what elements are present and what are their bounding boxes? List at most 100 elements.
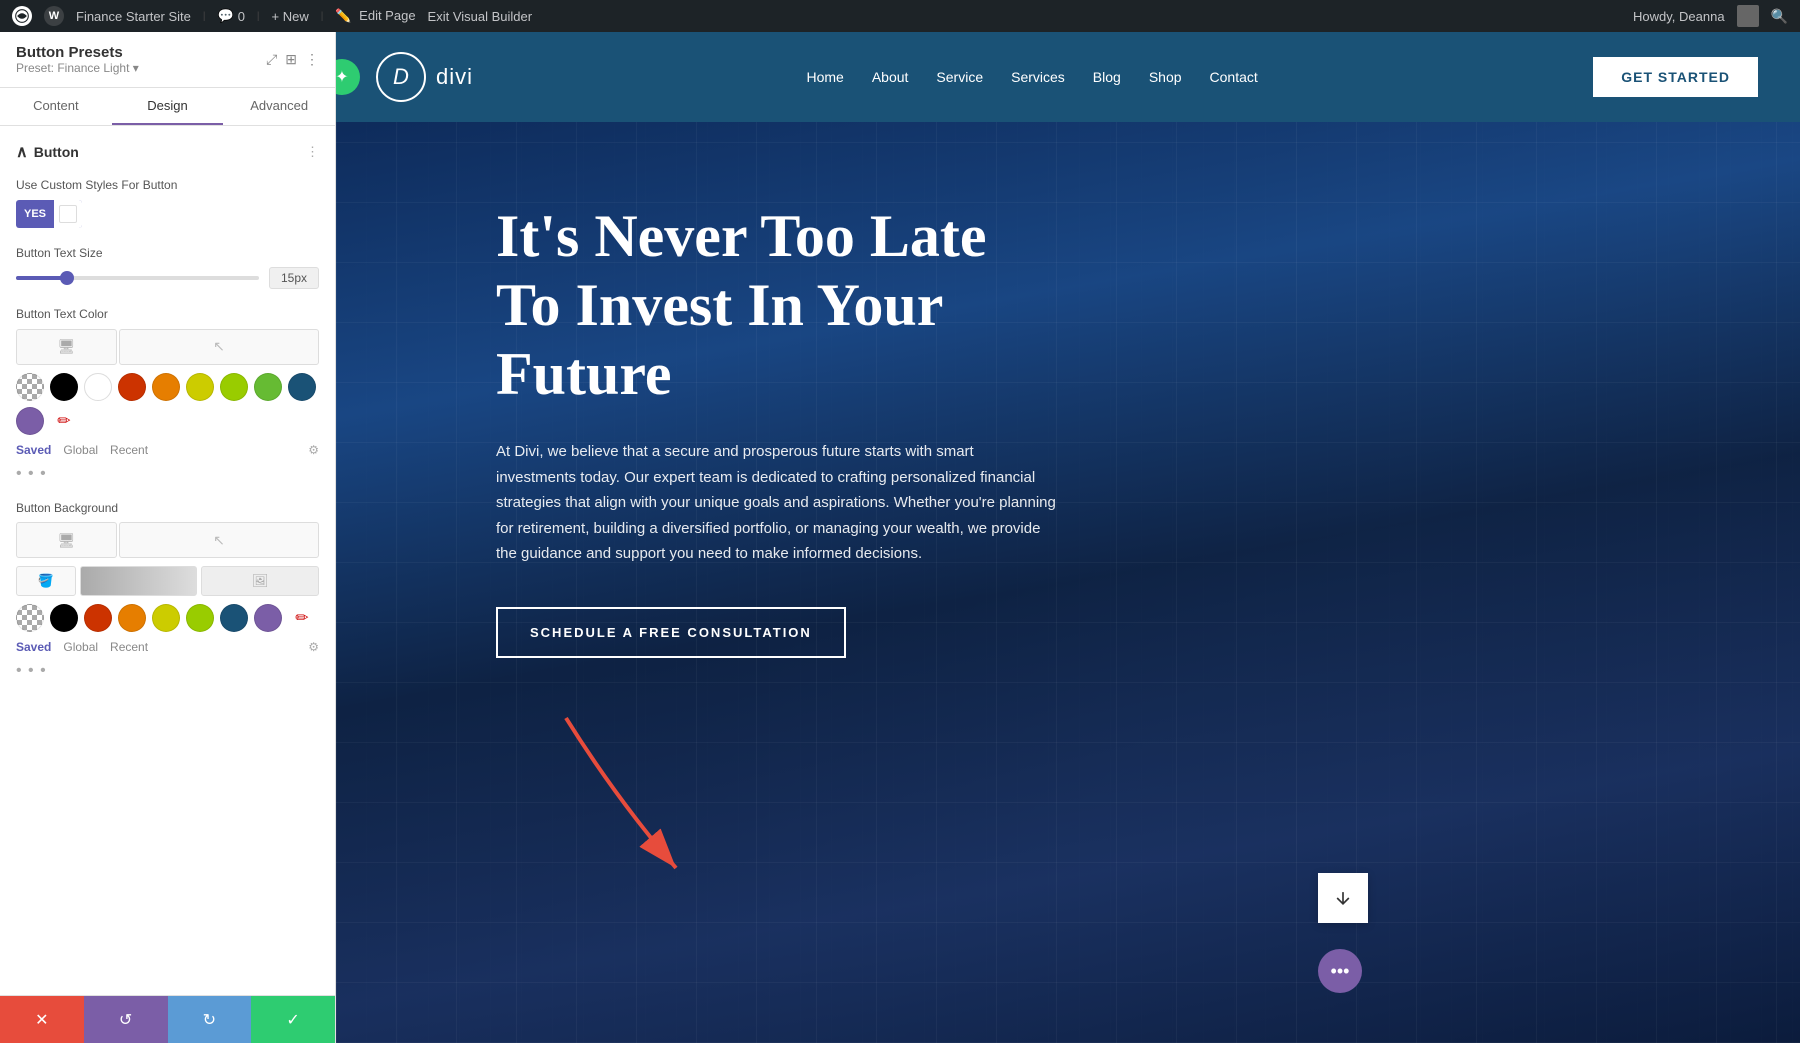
- tab-content[interactable]: Content: [0, 88, 112, 125]
- color-blue[interactable]: [288, 373, 316, 401]
- bg-color-purple[interactable]: [254, 604, 282, 632]
- panel-expand-icon[interactable]: ⤢: [266, 51, 277, 68]
- wp-edit-page-link[interactable]: ✏️ Edit Page: [335, 8, 415, 24]
- bg-color-blue[interactable]: [220, 604, 248, 632]
- color-yellow-green[interactable]: [220, 373, 248, 401]
- color-white[interactable]: [84, 373, 112, 401]
- panel-subtitle[interactable]: Preset: Finance Light ▾: [16, 61, 139, 75]
- wp-w-icon[interactable]: W: [44, 6, 64, 26]
- bg-color-yellow[interactable]: [152, 604, 180, 632]
- pencil-icon: ✏️: [335, 8, 351, 23]
- color-tab-saved[interactable]: Saved: [16, 443, 51, 457]
- section-collapse-icon[interactable]: ∧: [16, 142, 28, 162]
- toggle-thumb: [59, 205, 77, 223]
- color-pencil-icon[interactable]: ✏: [50, 407, 78, 435]
- nav-shop[interactable]: Shop: [1149, 69, 1182, 85]
- text-color-box-cursor[interactable]: ↖: [119, 329, 319, 365]
- main-layout: Button Presets Preset: Finance Light ▾ ⤢…: [0, 32, 1800, 1043]
- bg-color-tab-global[interactable]: Global: [63, 640, 98, 654]
- color-green[interactable]: [254, 373, 282, 401]
- admin-bar-left: W Finance Starter Site | 💬 0 | + New | ✏…: [12, 6, 1617, 26]
- bg-color-more-dots[interactable]: • • •: [16, 662, 319, 680]
- undo-button[interactable]: ↺: [84, 996, 168, 1043]
- color-red[interactable]: [118, 373, 146, 401]
- nav-home[interactable]: Home: [806, 69, 843, 85]
- wp-new-button[interactable]: + New: [272, 9, 309, 24]
- nav-service[interactable]: Service: [936, 69, 983, 85]
- nav-services[interactable]: Services: [1011, 69, 1065, 85]
- custom-styles-toggle[interactable]: YES: [16, 200, 82, 228]
- bg-color-transparent[interactable]: [16, 604, 44, 632]
- color-transparent[interactable]: [16, 373, 44, 401]
- color-purple[interactable]: [16, 407, 44, 435]
- bg-color-box-cursor[interactable]: ↖: [119, 522, 319, 558]
- tab-advanced[interactable]: Advanced: [223, 88, 335, 125]
- text-size-label: Button Text Size: [16, 246, 319, 262]
- bg-image-option[interactable]: 🖼: [201, 566, 319, 596]
- panel-grid-icon[interactable]: ⊞: [285, 51, 297, 68]
- left-panel: Button Presets Preset: Finance Light ▾ ⤢…: [0, 32, 336, 1043]
- wp-search-icon[interactable]: 🔍: [1771, 8, 1788, 25]
- color-black[interactable]: [50, 373, 78, 401]
- comment-bubble-icon: 💬: [218, 8, 234, 24]
- color-tab-global[interactable]: Global: [63, 443, 98, 457]
- divi-plus-icon: ✦: [336, 67, 349, 87]
- section-more-icon[interactable]: ⋮: [306, 144, 319, 160]
- wp-site-name[interactable]: Finance Starter Site: [76, 9, 191, 24]
- bg-gradient-option[interactable]: [80, 566, 198, 596]
- slider-value[interactable]: 15px: [269, 267, 319, 289]
- bg-color-pencil-icon[interactable]: ✏: [288, 604, 316, 632]
- color-tab-recent[interactable]: Recent: [110, 443, 148, 457]
- text-color-palette: ✏: [16, 373, 319, 435]
- site-logo-circle: D: [376, 52, 426, 102]
- panel-menu-icon[interactable]: ⋮: [305, 51, 319, 68]
- wp-exit-visual-builder[interactable]: Exit Visual Builder: [428, 9, 533, 24]
- hero-cta-button[interactable]: SCHEDULE A FREE CONSULTATION: [496, 607, 846, 658]
- color-orange[interactable]: [152, 373, 180, 401]
- bg-color-settings-icon[interactable]: ⚙: [308, 640, 319, 654]
- site-logo[interactable]: D divi: [376, 52, 473, 102]
- color-settings-icon[interactable]: ⚙: [308, 443, 319, 457]
- text-size-field: Button Text Size 15px: [16, 246, 319, 290]
- bg-color-black[interactable]: [50, 604, 78, 632]
- admin-bar-right: Howdy, Deanna 🔍: [1633, 5, 1788, 27]
- divider-2: |: [257, 11, 260, 22]
- tab-design[interactable]: Design: [112, 88, 224, 125]
- save-button[interactable]: ✓: [251, 996, 335, 1043]
- hero-description: At Divi, we believe that a secure and pr…: [496, 439, 1056, 567]
- bg-color-tab-recent[interactable]: Recent: [110, 640, 148, 654]
- slider-row: 15px: [16, 267, 319, 289]
- bg-color-box-screen[interactable]: 🖥: [16, 522, 117, 558]
- color-yellow[interactable]: [186, 373, 214, 401]
- nav-about[interactable]: About: [872, 69, 909, 85]
- bg-color-yellow-green[interactable]: [186, 604, 214, 632]
- site-logo-text: divi: [436, 64, 473, 90]
- site-nav: Home About Service Services Blog Shop Co…: [806, 69, 1257, 85]
- custom-styles-field: Use Custom Styles For Button YES: [16, 178, 319, 228]
- slider-thumb[interactable]: [60, 271, 74, 285]
- get-started-button[interactable]: GET STARTED: [1591, 55, 1760, 99]
- cancel-button[interactable]: ✕: [0, 996, 84, 1043]
- wp-logo-icon[interactable]: [12, 6, 32, 26]
- purple-fab-button[interactable]: •••: [1318, 949, 1362, 993]
- scroll-down-button[interactable]: [1318, 873, 1368, 923]
- bg-color-red[interactable]: [84, 604, 112, 632]
- slider-track[interactable]: [16, 276, 259, 280]
- nav-contact[interactable]: Contact: [1210, 69, 1258, 85]
- nav-blog[interactable]: Blog: [1093, 69, 1121, 85]
- slider-fill: [16, 276, 65, 280]
- wp-user-avatar[interactable]: [1737, 5, 1759, 27]
- text-color-box-screen[interactable]: 🖥: [16, 329, 117, 365]
- redo-button[interactable]: ↻: [168, 996, 252, 1043]
- wp-comment-count[interactable]: 💬 0: [218, 8, 245, 24]
- text-color-more-dots[interactable]: • • •: [16, 465, 319, 483]
- bg-color-orange[interactable]: [118, 604, 146, 632]
- divi-floating-edit-btn[interactable]: ✦: [336, 59, 360, 95]
- bg-solid-option[interactable]: 🪣: [16, 566, 76, 596]
- bg-screen-icon: 🖥: [58, 532, 76, 549]
- cursor-icon: ↖: [213, 338, 225, 355]
- panel-header: Button Presets Preset: Finance Light ▾ ⤢…: [0, 32, 335, 88]
- bg-color-tab-saved[interactable]: Saved: [16, 640, 51, 654]
- image-icon: 🖼: [252, 573, 269, 589]
- site-header: ✦ D divi Home About Service Services Blo…: [336, 32, 1800, 122]
